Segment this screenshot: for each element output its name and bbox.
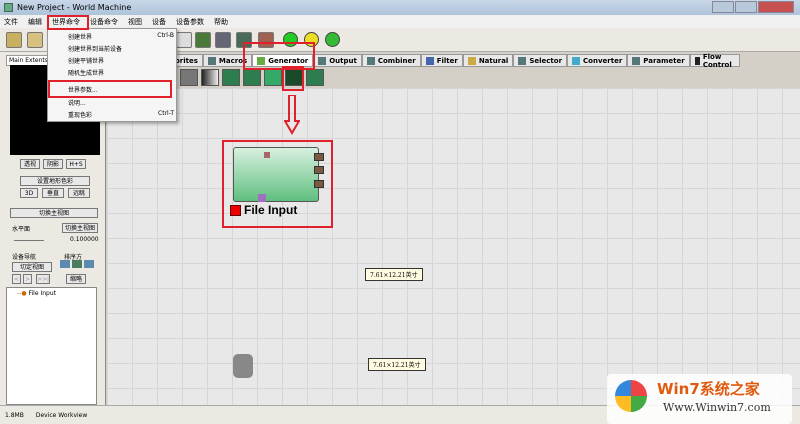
vertical-button[interactable]: 垂直 (42, 188, 64, 198)
perspective-button[interactable]: 透视 (20, 159, 40, 169)
selector-icon (518, 56, 527, 65)
natural-icon (467, 56, 476, 65)
shadow-button[interactable]: 阴影 (43, 159, 63, 169)
window-controls (712, 1, 794, 13)
color-device-icon[interactable] (264, 69, 282, 86)
water-toggle-button[interactable]: 切换主视图 (62, 223, 98, 233)
highlight-world-params (48, 80, 172, 98)
water-slider[interactable] (14, 240, 44, 241)
device-workview-canvas[interactable] (107, 88, 800, 405)
menu-edit[interactable]: 编辑 (28, 17, 42, 27)
output-icon (318, 56, 327, 65)
flow-control-icon (694, 56, 700, 65)
menu-bar: 文件 编辑 世界命令 设备命令 视图 设备 设备参数 帮助 (0, 15, 800, 28)
sort-icon-3[interactable] (84, 260, 94, 268)
tool-icon[interactable] (176, 32, 192, 48)
3d-button[interactable]: 3D (20, 188, 38, 198)
highlight-node (222, 140, 333, 228)
windows-logo-icon (615, 380, 647, 412)
nav-next-button[interactable]: > (23, 274, 32, 284)
nav-prev-button[interactable]: < (12, 274, 21, 284)
highlight-file-input-icon (282, 66, 304, 91)
app-icon (4, 3, 13, 12)
constant-device-icon[interactable] (180, 69, 198, 86)
menu-item-random-world[interactable]: 随机生成世界 (68, 68, 174, 77)
terrain-color-button[interactable]: 设置地形色彩 (20, 176, 90, 186)
highlight-generator-tab (243, 42, 315, 70)
build-ball-icon[interactable] (325, 32, 340, 47)
mouse-icon (233, 354, 253, 378)
menu-item-build-tiled[interactable]: 创建平铺世界 (68, 56, 174, 65)
menu-file[interactable]: 文件 (4, 17, 18, 27)
radial-device-icon[interactable] (222, 69, 240, 86)
extent-note: 7.61×12.21英寸 (365, 268, 423, 281)
voronoi-device-icon[interactable] (243, 69, 261, 86)
filter-icon (425, 56, 434, 65)
tab-selector[interactable]: Selector (513, 54, 568, 67)
tree-node-icon: --● (17, 290, 27, 297)
gradient-device-icon[interactable] (201, 69, 219, 86)
tree-item-file-input[interactable]: --● File Input (7, 288, 96, 297)
new-icon[interactable] (6, 32, 22, 48)
tab-output[interactable]: Output (313, 54, 362, 67)
watermark: Win7系统之家 Www.Winwin7.com (607, 374, 792, 424)
tab-flow-control[interactable]: Flow Control (689, 53, 740, 69)
sort-icon-2[interactable] (72, 260, 82, 268)
tiled-device-icon[interactable] (306, 69, 324, 86)
tab-combiner[interactable]: Combiner (361, 54, 421, 67)
converter-icon (572, 56, 581, 65)
close-button[interactable] (758, 1, 794, 13)
water-level-label: 水平面 (12, 226, 31, 233)
highlight-world-menu (47, 15, 89, 30)
hs-button[interactable]: H+S (66, 159, 86, 169)
down-arrow-icon (284, 95, 300, 135)
combiner-icon (366, 56, 375, 65)
menu-help[interactable]: 帮助 (214, 17, 228, 27)
view-status: Device Workview (35, 411, 88, 419)
menu-item-description[interactable]: 说明... (68, 98, 174, 107)
extent-note: 7.61×12.21英寸 (368, 358, 426, 371)
macros-icon (207, 56, 216, 65)
open-icon[interactable] (27, 32, 43, 48)
memory-status: 1.8MB (5, 411, 24, 419)
nav-last-button[interactable]: >>| (36, 274, 50, 284)
menu-item-build-world[interactable]: 创建世界 Ctrl-B (68, 32, 174, 41)
maximize-button[interactable] (735, 1, 757, 13)
water-value: 0.100000 (70, 236, 99, 243)
lock-view-button[interactable]: 切定视图 (12, 262, 52, 272)
thumbnail-button[interactable]: 缩略 (66, 274, 86, 284)
menu-item-build-to-device[interactable]: 创建世界到当前设备 (68, 44, 174, 53)
parameter-icon (632, 56, 641, 65)
menu-view[interactable]: 视图 (128, 17, 142, 27)
menu-device-cmd[interactable]: 设备命令 (90, 17, 118, 27)
window-title: New Project - World Machine (17, 3, 132, 12)
tab-parameter[interactable]: Parameter (627, 54, 690, 67)
globe-icon[interactable] (215, 32, 231, 48)
tab-natural[interactable]: Natural (462, 54, 514, 67)
device-nav-label: 设备导航 (12, 254, 37, 261)
menu-device-params[interactable]: 设备参数 (176, 17, 204, 27)
world-command-menu: 创建世界 Ctrl-B 创建世界到当前设备 创建平铺世界 随机生成世界 世界参数.… (47, 28, 177, 122)
title-bar: New Project - World Machine (0, 0, 800, 15)
sort-icon-1[interactable] (60, 260, 70, 268)
tab-converter[interactable]: Converter (567, 54, 628, 67)
overlook-button[interactable]: 远眺 (68, 188, 90, 198)
grid-icon[interactable] (195, 32, 211, 48)
device-tree: --● File Input (6, 287, 97, 405)
minimize-button[interactable] (712, 1, 734, 13)
toggle-main-view-button[interactable]: 切换主视图 (10, 208, 98, 218)
tab-filter[interactable]: Filter (420, 54, 463, 67)
menu-item-recolor[interactable]: 重现色彩 Ctrl-T (68, 110, 174, 119)
menu-device[interactable]: 设备 (152, 17, 166, 27)
